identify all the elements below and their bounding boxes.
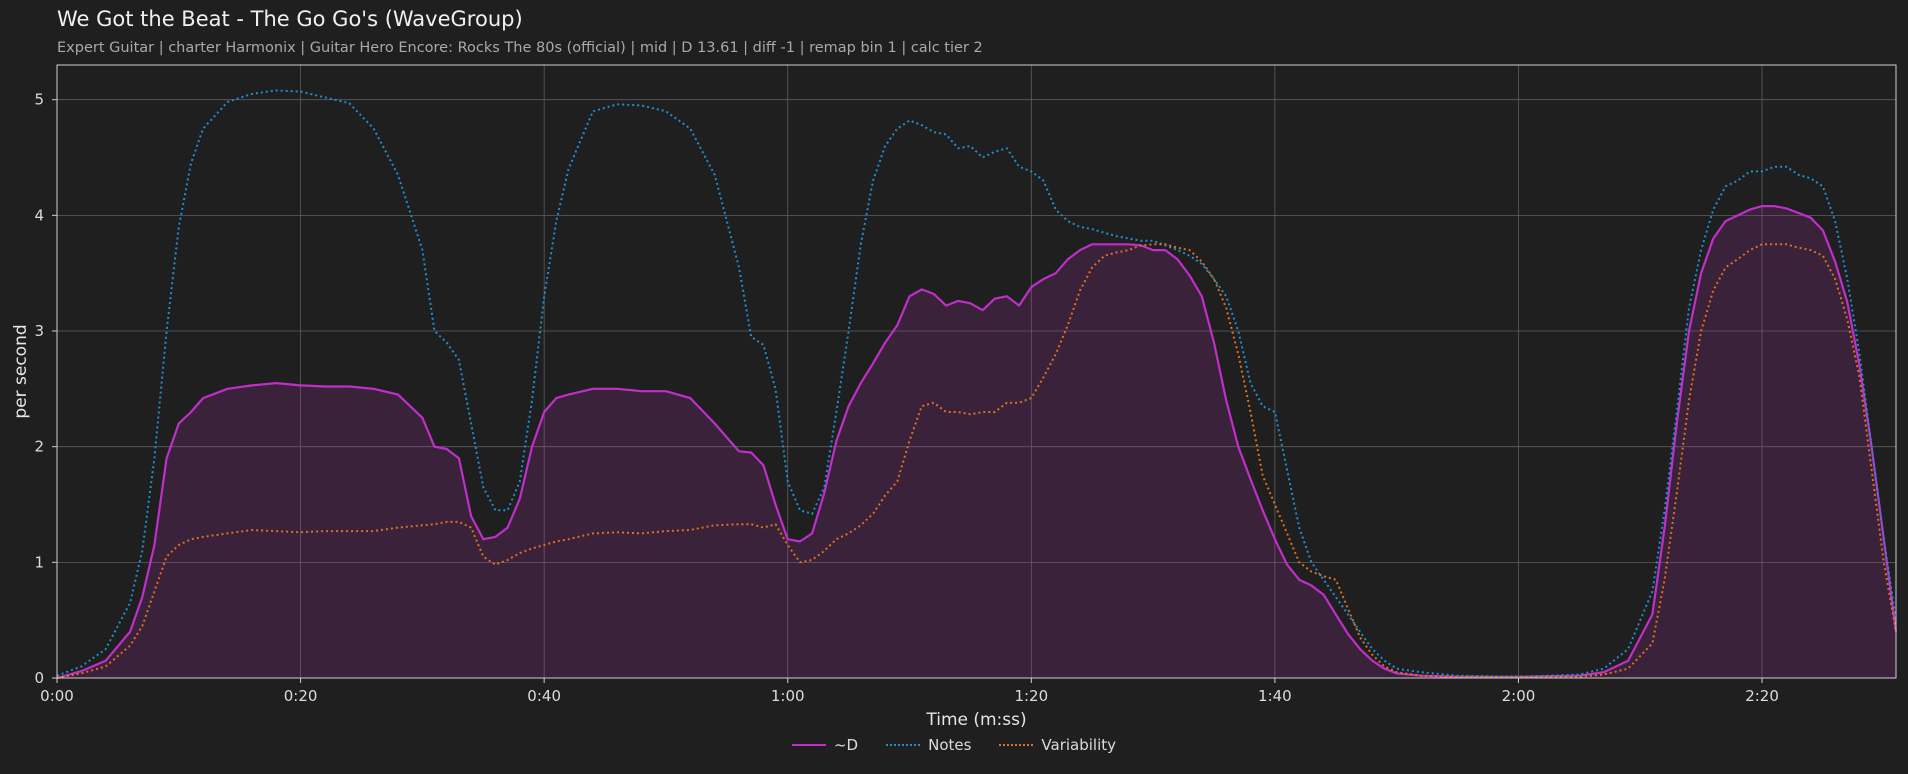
legend-swatch-d [791,744,826,746]
legend-label-variability: Variability [1041,736,1117,754]
y-tick-label: 2 [34,438,44,456]
chart-plot: 0:00 0:20 0:40 1:00 1:20 1:40 2:00 2:20 0 1 2 3 4 5 T… [11,64,1898,730]
legend-label-notes: Notes [928,736,972,754]
y-tick-label: 0 [34,669,44,687]
y-tick-label: 3 [34,322,44,340]
x-axis-label: Time (m:ss) [925,710,1026,730]
x-tick-label: 0:00 [40,687,74,705]
chart-figure: We Got the Beat - The Go Go's (WaveGroup… [0,0,1908,774]
x-tick-label: 0:40 [527,687,561,705]
legend-item-variability: Variability [999,736,1116,754]
x-tick-label: 1:40 [1258,687,1292,705]
x-tick-label: 2:00 [1502,687,1536,705]
x-tick-label: 1:20 [1014,687,1048,705]
x-tick-label: 1:00 [771,687,805,705]
y-axis-label: per second [11,324,31,418]
legend-item-d: ~D [791,736,859,754]
legend-swatch-variability [999,744,1034,746]
y-tick-label: 4 [34,206,44,224]
legend-swatch-notes [886,744,921,746]
legend-item-notes: Notes [886,736,971,754]
legend-label-d: ~D [833,736,859,754]
x-tick-label: 2:20 [1745,687,1779,705]
y-tick-label: 1 [34,553,44,571]
area-layer [57,206,1896,678]
chart-legend: ~D Notes Variability [0,736,1908,754]
y-tick-label: 5 [34,91,44,109]
series-area-d [57,206,1896,678]
x-tick-label: 0:20 [284,687,318,705]
